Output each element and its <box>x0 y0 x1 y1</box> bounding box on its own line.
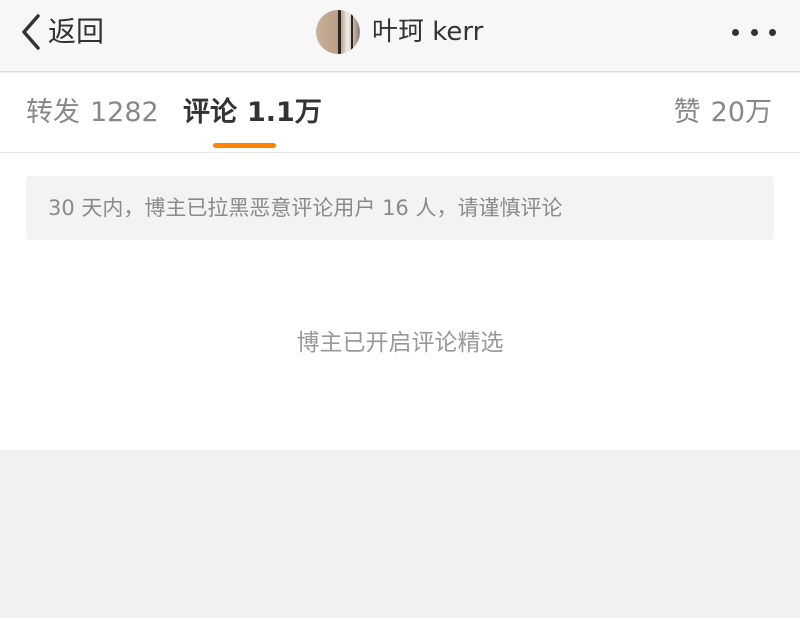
more-dots-icon <box>732 28 739 36</box>
tab-repost-label: 转发 <box>26 97 80 128</box>
tab-repost[interactable]: 转发 1282 <box>26 95 159 131</box>
avatar[interactable] <box>316 10 360 54</box>
profile-header[interactable]: 叶珂 kerr <box>316 10 483 54</box>
tab-comment[interactable]: 评论 1.1万 <box>183 95 322 131</box>
chevron-left-icon <box>22 14 40 50</box>
tab-like-label: 赞 <box>673 97 701 128</box>
active-tab-indicator <box>213 143 276 148</box>
tab-repost-count: 1282 <box>90 97 159 128</box>
comments-panel: 转发 1282 评论 1.1万 赞 20万 30 天内，博主已拉黑恶意评论用户 16 … <box>0 73 800 450</box>
tab-like[interactable]: 赞 20万 <box>674 95 772 131</box>
page-title: 叶珂 kerr <box>372 17 484 47</box>
back-button[interactable]: 返回 <box>18 12 104 52</box>
top-navigation-bar: 返回 叶珂 kerr <box>0 0 800 72</box>
more-options-button[interactable] <box>732 26 776 38</box>
comment-curation-message: 博主已开启评论精选 <box>296 330 504 356</box>
back-label: 返回 <box>48 15 105 48</box>
tab-comment-count: 1.1万 <box>247 97 322 128</box>
tab-comment-label: 评论 <box>183 97 237 128</box>
tab-like-count: 20万 <box>710 97 772 128</box>
tab-bar: 转发 1282 评论 1.1万 赞 20万 <box>0 73 800 153</box>
blocked-users-notice: 30 天内，博主已拉黑恶意评论用户 16 人，请谨慎评论 <box>26 176 774 240</box>
